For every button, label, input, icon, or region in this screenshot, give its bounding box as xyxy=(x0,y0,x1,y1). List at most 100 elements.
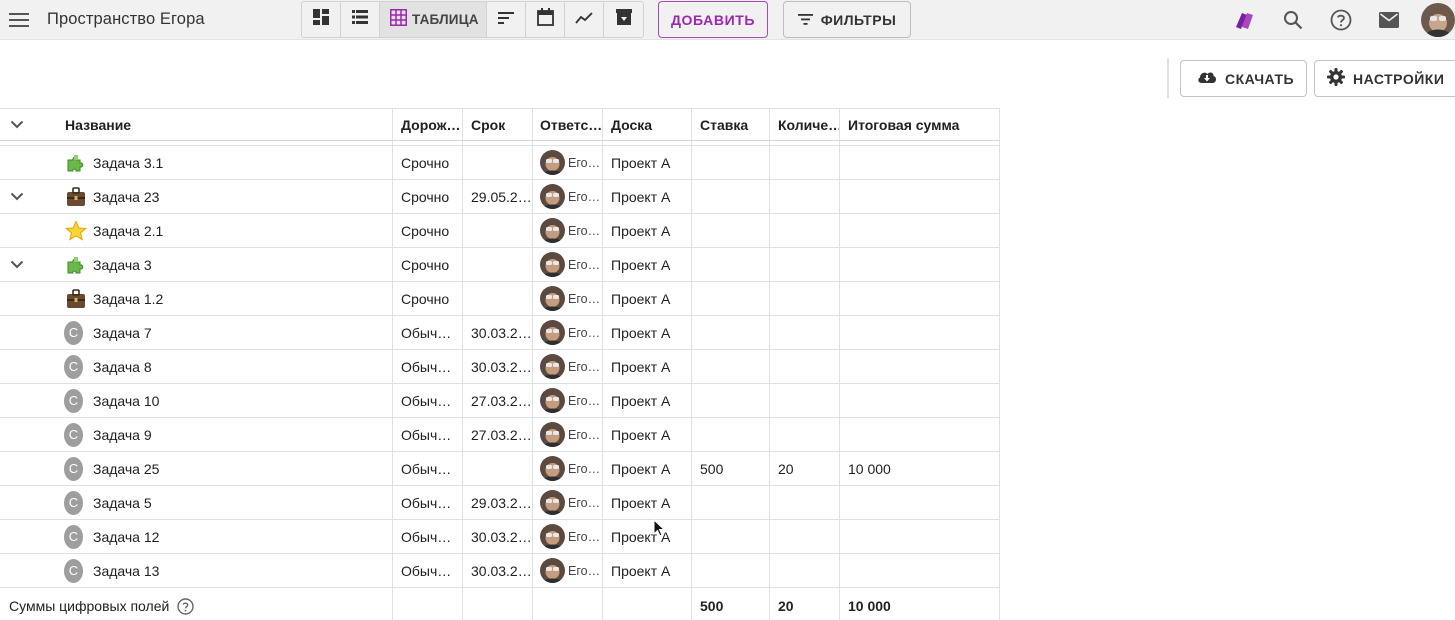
user-avatar[interactable] xyxy=(1421,3,1455,37)
road-cell[interactable]: Обыч… xyxy=(393,554,463,587)
board-cell[interactable]: Проект А xyxy=(603,486,692,519)
column-header-road[interactable]: Дорож… xyxy=(393,109,463,140)
qty-cell[interactable] xyxy=(770,214,840,247)
table-row[interactable]: C Задача 25 Обыч… Его… Проект А 500 20 10… xyxy=(0,452,1000,486)
task-name-cell[interactable]: C Задача 8 xyxy=(57,350,393,383)
total-cell[interactable] xyxy=(840,214,1000,247)
mail-icon[interactable] xyxy=(1375,6,1403,34)
table-row[interactable]: C Задача 12 Обыч… 30.03.2… Его… Проект А xyxy=(0,520,1000,554)
qty-cell[interactable] xyxy=(770,282,840,315)
settings-button[interactable]: НАСТРОЙКИ xyxy=(1314,60,1455,97)
responsible-cell[interactable]: Его… xyxy=(533,520,603,553)
road-cell[interactable]: Обыч… xyxy=(393,452,463,485)
qty-cell[interactable] xyxy=(770,418,840,451)
board-cell[interactable]: Проект А xyxy=(603,214,692,247)
board-cell[interactable]: Проект А xyxy=(603,452,692,485)
rate-cell[interactable] xyxy=(692,214,770,247)
qty-cell[interactable] xyxy=(770,248,840,281)
task-name-cell[interactable]: Задача 1.2 xyxy=(57,282,393,315)
road-cell[interactable]: Срочно xyxy=(393,146,463,179)
qty-cell[interactable] xyxy=(770,486,840,519)
rate-cell[interactable] xyxy=(692,282,770,315)
responsible-cell[interactable]: Его… xyxy=(533,214,603,247)
total-cell[interactable] xyxy=(840,520,1000,553)
total-cell[interactable]: 10 000 xyxy=(840,452,1000,485)
table-row[interactable]: C Задача 7 Обыч… 30.03.2… Его… Проект А xyxy=(0,316,1000,350)
road-cell[interactable]: Обыч… xyxy=(393,486,463,519)
responsible-cell[interactable]: Его… xyxy=(533,282,603,315)
due-date-cell[interactable]: 30.03.2… xyxy=(463,554,533,587)
total-cell[interactable] xyxy=(840,248,1000,281)
table-row[interactable]: C Задача 10 Обыч… 27.03.2… Его… Проект А xyxy=(0,384,1000,418)
rate-cell[interactable] xyxy=(692,146,770,179)
table-row[interactable]: C Задача 13 Обыч… 30.03.2… Его… Проект А xyxy=(0,554,1000,588)
rate-cell[interactable] xyxy=(692,418,770,451)
brand-icon[interactable] xyxy=(1231,6,1259,34)
road-cell[interactable]: Срочно xyxy=(393,214,463,247)
task-name-cell[interactable]: Задача 23 xyxy=(57,180,393,213)
due-date-cell[interactable]: 30.03.2… xyxy=(463,350,533,383)
responsible-cell[interactable]: Его… xyxy=(533,554,603,587)
task-name-cell[interactable]: C Задача 7 xyxy=(57,316,393,349)
total-cell[interactable] xyxy=(840,418,1000,451)
total-cell[interactable] xyxy=(840,554,1000,587)
due-date-cell[interactable] xyxy=(463,452,533,485)
column-header-name[interactable]: Название xyxy=(57,109,393,140)
total-cell[interactable] xyxy=(840,384,1000,417)
table-row[interactable]: C Задача 5 Обыч… 29.03.2… Его… Проект А xyxy=(0,486,1000,520)
due-date-cell[interactable]: 29.05.2… xyxy=(463,180,533,213)
rate-cell[interactable] xyxy=(692,316,770,349)
download-button[interactable]: СКАЧАТЬ xyxy=(1180,60,1307,97)
total-cell[interactable] xyxy=(840,486,1000,519)
due-date-cell[interactable] xyxy=(463,282,533,315)
column-header-qty[interactable]: Количе… xyxy=(770,109,840,140)
board-cell[interactable]: Проект А xyxy=(603,350,692,383)
task-name-cell[interactable]: C Задача 5 xyxy=(57,486,393,519)
responsible-cell[interactable]: Его… xyxy=(533,316,603,349)
board-cell[interactable]: Проект А xyxy=(603,248,692,281)
road-cell[interactable]: Обыч… xyxy=(393,520,463,553)
help-icon[interactable] xyxy=(1327,6,1355,34)
due-date-cell[interactable]: 29.03.2… xyxy=(463,486,533,519)
qty-cell[interactable]: 20 xyxy=(770,452,840,485)
task-name-cell[interactable]: Задача 3 xyxy=(57,248,393,281)
board-cell[interactable]: Проект А xyxy=(603,554,692,587)
rate-cell[interactable] xyxy=(692,520,770,553)
board-cell[interactable]: Проект А xyxy=(603,520,692,553)
task-name-cell[interactable]: C Задача 12 xyxy=(57,520,393,553)
column-header-due[interactable]: Срок xyxy=(463,109,533,140)
due-date-cell[interactable] xyxy=(463,248,533,281)
qty-cell[interactable] xyxy=(770,520,840,553)
total-cell[interactable] xyxy=(840,180,1000,213)
task-name-cell[interactable]: C Задача 25 xyxy=(57,452,393,485)
task-name-cell[interactable]: C Задача 13 xyxy=(57,554,393,587)
chevron-down-icon[interactable] xyxy=(7,255,27,275)
rate-cell[interactable] xyxy=(692,350,770,383)
responsible-cell[interactable]: Его… xyxy=(533,248,603,281)
view-dashboard-button[interactable] xyxy=(302,2,341,37)
due-date-cell[interactable]: 27.03.2… xyxy=(463,418,533,451)
task-name-cell[interactable]: Задача 3.1 xyxy=(57,146,393,179)
road-cell[interactable]: Срочно xyxy=(393,180,463,213)
board-cell[interactable]: Проект А xyxy=(603,146,692,179)
rate-cell[interactable] xyxy=(692,248,770,281)
qty-cell[interactable] xyxy=(770,146,840,179)
view-calendar-button[interactable] xyxy=(526,2,565,37)
qty-cell[interactable] xyxy=(770,316,840,349)
help-icon[interactable] xyxy=(177,597,195,615)
table-row[interactable]: Задача 1.2 Срочно Его… Проект А xyxy=(0,282,1000,316)
rate-cell[interactable] xyxy=(692,180,770,213)
board-cell[interactable]: Проект А xyxy=(603,282,692,315)
table-row[interactable]: Задача 3.1 Срочно Его… Проект А xyxy=(0,146,1000,180)
table-row[interactable]: Задача 23 Срочно 29.05.2… Его… Проект А xyxy=(0,180,1000,214)
column-header-board[interactable]: Доска xyxy=(603,109,692,140)
task-name-cell[interactable]: Задача 2.1 xyxy=(57,214,393,247)
task-name-cell[interactable]: C Задача 10 xyxy=(57,384,393,417)
add-button[interactable]: ДОБАВИТЬ xyxy=(658,1,768,38)
filters-button[interactable]: ФИЛЬТРЫ xyxy=(783,1,911,38)
due-date-cell[interactable]: 30.03.2… xyxy=(463,316,533,349)
responsible-cell[interactable]: Его… xyxy=(533,418,603,451)
rate-cell[interactable]: 500 xyxy=(692,452,770,485)
responsible-cell[interactable]: Его… xyxy=(533,452,603,485)
menu-icon[interactable] xyxy=(5,6,33,34)
